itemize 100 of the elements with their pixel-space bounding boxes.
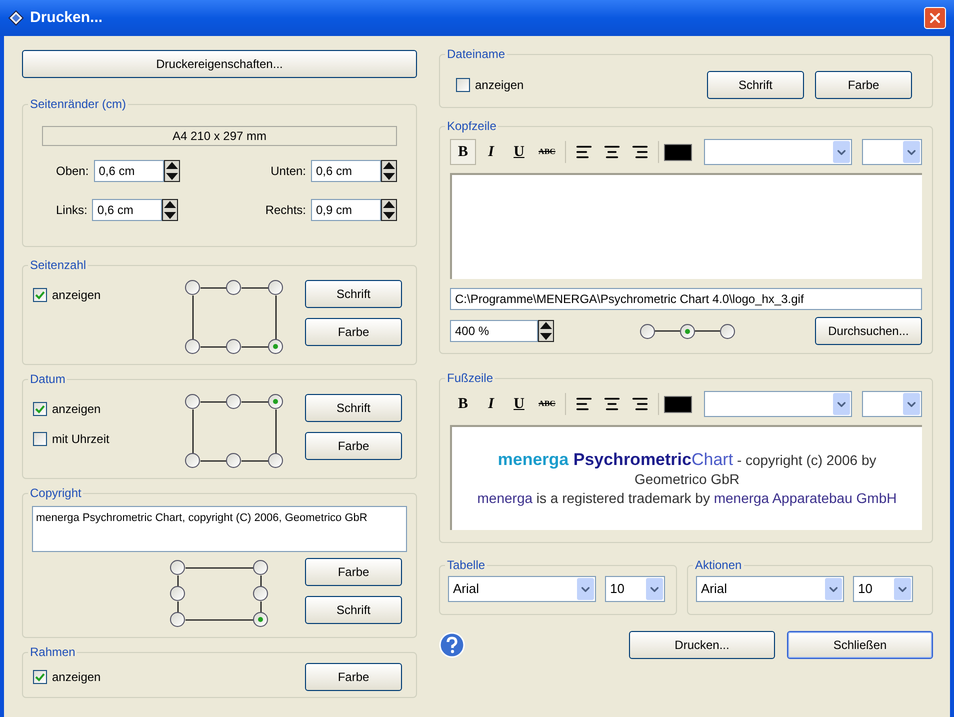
- push-button[interactable]: Schrift: [305, 394, 402, 422]
- position-radio[interactable]: [253, 586, 268, 601]
- format-toggle[interactable]: I: [478, 139, 504, 165]
- chevron-icon: [825, 578, 842, 600]
- close-button[interactable]: [924, 7, 946, 29]
- position-radio[interactable]: [170, 586, 185, 601]
- chevron-icon: [646, 578, 663, 600]
- footer-preview[interactable]: menerga PsychrometricChart - copyright (c) 2006 by Geometrico GbR menerga is a registered trademark by menerga Apparatebau GmbH: [450, 425, 922, 530]
- number-field[interactable]: 0,6 cm: [94, 160, 164, 182]
- checkbox-label: mit Uhrzeit: [52, 431, 110, 448]
- position-radio[interactable]: [170, 560, 185, 575]
- chevron-icon: [903, 393, 920, 415]
- connector-line: [176, 601, 178, 612]
- spin-arrows-icon[interactable]: [538, 320, 554, 342]
- spin-arrows-icon[interactable]: [162, 199, 178, 221]
- format-toggle[interactable]: U: [506, 391, 532, 417]
- group-title: Copyright: [28, 485, 84, 501]
- position-radio[interactable]: [185, 394, 200, 409]
- position-radio[interactable]: [226, 394, 241, 409]
- position-radio[interactable]: [226, 453, 241, 468]
- position-radio[interactable]: [268, 339, 283, 354]
- dialog-button[interactable]: Drucken...: [629, 631, 775, 659]
- dropdown[interactable]: 10: [853, 576, 913, 602]
- chevron-icon: [903, 141, 920, 163]
- position-radio[interactable]: [226, 339, 241, 354]
- checkbox[interactable]: [33, 402, 47, 416]
- connector-line: [241, 346, 268, 348]
- position-radio[interactable]: [226, 280, 241, 295]
- dropdown[interactable]: [704, 391, 852, 417]
- push-button[interactable]: Schrift: [305, 596, 402, 624]
- position-radio[interactable]: [268, 394, 283, 409]
- number-field[interactable]: 0,9 cm: [311, 199, 381, 221]
- position-radio[interactable]: [640, 324, 655, 338]
- position-radio[interactable]: [268, 280, 283, 295]
- position-radio[interactable]: [185, 339, 200, 354]
- position-radio[interactable]: [268, 453, 283, 468]
- push-button[interactable]: Farbe: [305, 432, 402, 460]
- dropdown[interactable]: 10: [605, 576, 665, 602]
- dropdown[interactable]: Arial: [448, 576, 596, 602]
- spin-arrows-icon[interactable]: [164, 160, 180, 182]
- format-toggle[interactable]: I: [478, 391, 504, 417]
- number-field[interactable]: 0,6 cm: [311, 160, 381, 182]
- position-radio[interactable]: [185, 453, 200, 468]
- printer-properties-button[interactable]: Druckereigenschaften...: [22, 50, 417, 78]
- position-radio[interactable]: [185, 280, 200, 295]
- connector-line: [241, 460, 268, 462]
- group-title: Kopfzeile: [445, 118, 498, 134]
- checkbox-label: anzeigen: [52, 401, 101, 418]
- push-button[interactable]: Farbe: [305, 663, 402, 691]
- push-button[interactable]: Schrift: [305, 280, 402, 308]
- push-button[interactable]: Farbe: [305, 558, 402, 586]
- format-toggle[interactable]: ABC: [534, 391, 560, 417]
- dropdown[interactable]: [862, 391, 922, 417]
- group-title: Seitenränder (cm): [28, 96, 128, 112]
- connector-line: [274, 409, 276, 453]
- chevron-icon: [894, 578, 911, 600]
- help-icon[interactable]: [439, 632, 465, 658]
- checkbox[interactable]: [33, 432, 47, 446]
- position-radio[interactable]: [253, 612, 268, 627]
- number-field[interactable]: 400 %: [450, 320, 538, 342]
- app-icon: [8, 10, 24, 26]
- number-field[interactable]: 0,6 cm: [92, 199, 162, 221]
- color-swatch[interactable]: [664, 396, 692, 412]
- connector-line: [241, 286, 268, 288]
- spin-arrows-icon[interactable]: [381, 199, 397, 221]
- push-button[interactable]: Farbe: [815, 71, 912, 99]
- connector-line: [192, 409, 194, 453]
- format-toggle[interactable]: B: [450, 391, 476, 417]
- push-button[interactable]: Schrift: [707, 71, 804, 99]
- copyright-text-field[interactable]: menerga Psychrometric Chart, copyright (C) 2006, Geometrico GbR: [32, 506, 407, 552]
- connector-line: [274, 295, 276, 339]
- browse-button[interactable]: Durchsuchen...: [815, 317, 922, 345]
- position-radio[interactable]: [680, 324, 695, 338]
- position-radio[interactable]: [170, 612, 185, 627]
- margin-label: Rechts:: [265, 202, 306, 219]
- dropdown[interactable]: Arial: [696, 576, 844, 602]
- image-path-field[interactable]: C:\Programme\MENERGA\Psychrometric Chart 4.0\logo_hx_3.gif: [450, 288, 922, 310]
- dialog-button[interactable]: Schließen: [787, 631, 933, 659]
- header-text-area[interactable]: [450, 173, 922, 279]
- checkbox-label: anzeigen: [52, 287, 101, 304]
- connector-line: [192, 295, 194, 339]
- checkbox[interactable]: [33, 670, 47, 684]
- color-swatch[interactable]: [664, 144, 692, 160]
- dropdown[interactable]: [704, 139, 852, 165]
- spin-arrows-icon[interactable]: [381, 160, 397, 182]
- dropdown[interactable]: [862, 139, 922, 165]
- push-button[interactable]: Farbe: [305, 318, 402, 346]
- connector-line: [185, 618, 253, 620]
- chevron-icon: [577, 578, 594, 600]
- format-toggle[interactable]: B: [450, 139, 476, 165]
- checkbox[interactable]: [456, 78, 470, 92]
- position-radio[interactable]: [720, 324, 735, 338]
- connector-line: [200, 346, 226, 348]
- connector-line: [200, 460, 226, 462]
- checkbox[interactable]: [33, 288, 47, 302]
- position-radio[interactable]: [253, 560, 268, 575]
- format-toggle[interactable]: ABC: [534, 139, 560, 165]
- format-toggle[interactable]: U: [506, 139, 532, 165]
- footer-text: menerga is a registered trademark by menerga Apparatebau GmbH: [477, 488, 897, 508]
- window-title: Drucken...: [30, 8, 103, 28]
